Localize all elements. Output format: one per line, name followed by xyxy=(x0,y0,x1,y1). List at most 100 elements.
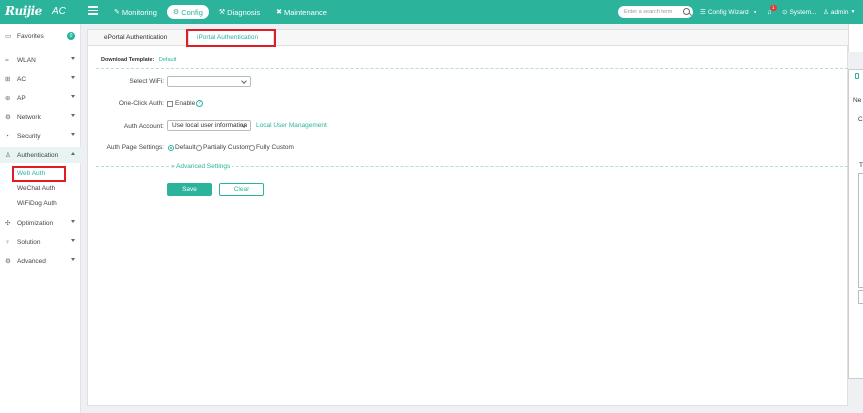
panel-box-fragment xyxy=(858,290,863,304)
auth-page-settings-label: Auth Page Settings: xyxy=(106,144,164,151)
nav-monitoring[interactable]: ✎ Monitoring xyxy=(108,5,163,19)
one-click-enable-label: Enable xyxy=(175,100,196,107)
bell-icon: ♫ 1 xyxy=(767,4,777,16)
advanced-settings-toggle[interactable]: » Advanced Settings xyxy=(169,163,233,170)
one-click-enable-checkbox[interactable] xyxy=(167,101,173,107)
maintenance-icon: ✖ xyxy=(276,9,282,16)
divider xyxy=(96,68,848,69)
download-template-label: Download Template: xyxy=(101,57,155,63)
panel-text-2: C xyxy=(858,116,863,123)
sidebar-favorites-label: Favorites xyxy=(17,32,44,40)
radio-partially-custom-label: Partially Custom xyxy=(203,144,251,151)
lightbulb-icon: ♀ xyxy=(5,238,10,246)
sidebar-item-label: Solution xyxy=(17,238,41,246)
sidebar: ▭ Favorites 0 ≈ WLAN ⊞ AC ⊛ AP ⚙ Network… xyxy=(0,24,81,413)
local-user-management-link[interactable]: Local User Management xyxy=(256,122,327,129)
panel-icon xyxy=(855,73,859,79)
save-button[interactable]: Save xyxy=(167,183,212,196)
search-placeholder: Enter a search term xyxy=(624,9,673,15)
chat-icon[interactable]: ▪ xyxy=(754,0,756,24)
clear-button[interactable]: Clear xyxy=(219,183,264,196)
auth-account-value: Use local user information xyxy=(172,122,248,129)
caret-down-icon xyxy=(71,76,75,79)
iportal-tab-highlight-box xyxy=(186,29,276,47)
sidebar-item-favorites[interactable]: ▭ Favorites 0 xyxy=(0,28,81,44)
sidebar-item-optimization[interactable]: ✣ Optimization xyxy=(0,215,81,231)
help-icon[interactable]: ? xyxy=(196,100,203,107)
sidebar-item-label: AC xyxy=(17,75,27,83)
caret-up-icon xyxy=(71,152,75,155)
favorites-count-badge: 0 xyxy=(67,32,75,40)
search-input[interactable]: Enter a search term xyxy=(618,6,693,18)
sidebar-item-label: Advanced xyxy=(17,257,46,265)
caret-down-icon xyxy=(71,239,75,242)
config-wizard-label: Config Wizard xyxy=(707,8,749,16)
notification-bell[interactable]: ♫ 1 xyxy=(767,0,777,24)
system-label: System... xyxy=(789,8,817,16)
sidebar-item-label: Security xyxy=(17,132,41,140)
select-wifi-label: Select WiFi: xyxy=(129,78,164,85)
top-bar: Ruijie AC ✎ Monitoring ⚙ Config ⚒ Diagno… xyxy=(0,0,863,24)
nav-maintenance[interactable]: ✖ Maintenance xyxy=(270,5,333,19)
download-default-link[interactable]: Default xyxy=(159,57,176,63)
sidebar-item-solution[interactable]: ♀ Solution xyxy=(0,234,81,250)
wifi-icon: ≈ xyxy=(5,56,9,64)
search-icon[interactable] xyxy=(683,8,690,15)
caret-down-icon xyxy=(71,114,75,117)
ap-icon: ⊛ xyxy=(5,95,11,102)
radio-fully-custom[interactable] xyxy=(249,145,255,151)
sidebar-item-ac[interactable]: ⊞ AC xyxy=(0,71,81,87)
caret-down-icon xyxy=(71,220,75,223)
nav-monitoring-label: Monitoring xyxy=(121,7,157,17)
one-click-auth-label: One-Click Auth: xyxy=(118,100,164,107)
radio-default-label: Default xyxy=(175,144,196,151)
tab-eportal[interactable]: ePortal Authentication xyxy=(96,30,175,46)
wizard-icon: ☰ xyxy=(700,9,706,16)
system-icon: ⊙ xyxy=(782,9,788,16)
caret-down-icon xyxy=(71,258,75,261)
advanced-settings-label: Advanced Settings xyxy=(176,163,231,170)
chevron-down-icon xyxy=(241,78,247,84)
sidebar-item-security[interactable]: ◔ Security xyxy=(0,128,81,144)
web-auth-highlight-box xyxy=(12,166,66,182)
caret-down-icon xyxy=(71,57,75,60)
config-wizard-link[interactable]: ☰ Config Wizard xyxy=(700,0,749,24)
nav-maintenance-label: Maintenance xyxy=(283,7,327,17)
ac-icon: ⊞ xyxy=(5,76,11,83)
system-menu[interactable]: ⊙ System... xyxy=(782,0,817,24)
network-icon: ⚙ xyxy=(5,114,11,121)
nav-diagnosis[interactable]: ⚒ Diagnosis xyxy=(213,5,266,19)
radio-partially-custom[interactable] xyxy=(196,145,202,151)
sidebar-item-label: Authentication xyxy=(17,151,59,159)
monitor-icon: ✎ xyxy=(114,9,120,16)
sidebar-subitem-wechat-auth[interactable]: WeChat Auth xyxy=(17,182,55,196)
sidebar-item-authentication[interactable]: ♙ Authentication xyxy=(0,147,81,163)
caret-down-icon xyxy=(71,133,75,136)
nav-config[interactable]: ⚙ Config xyxy=(166,5,209,19)
caret-down-icon xyxy=(71,95,75,98)
sidebar-item-label: WLAN xyxy=(17,56,36,64)
chevron-down-icon: ▼ xyxy=(850,9,856,15)
radio-fully-custom-label: Fully Custom xyxy=(256,144,294,151)
user-menu[interactable]: ♙ admin ▼ xyxy=(823,0,856,24)
nav-diagnosis-label: Diagnosis xyxy=(227,7,261,17)
auth-account-dropdown[interactable]: Use local user information xyxy=(167,120,251,131)
panel-text-3: T xyxy=(859,162,863,169)
select-wifi-dropdown[interactable] xyxy=(167,76,251,87)
advanced-icon: ⚙ xyxy=(5,258,11,265)
panel-text-1: Ne xyxy=(853,97,862,104)
sidebar-item-wlan[interactable]: ≈ WLAN xyxy=(0,52,81,68)
sidebar-subitem-wifidog-auth[interactable]: WiFiDog Auth xyxy=(17,197,57,211)
edge-strip xyxy=(848,24,863,52)
sidebar-item-advanced[interactable]: ⚙ Advanced xyxy=(0,253,81,269)
hamburger-menu-icon[interactable] xyxy=(88,6,98,16)
radio-default[interactable] xyxy=(168,145,174,151)
sidebar-item-label: AP xyxy=(17,94,26,102)
main-panel: ePortal Authentication iPortal Authentic… xyxy=(87,29,849,406)
sidebar-item-ap[interactable]: ⊛ AP xyxy=(0,90,81,106)
user-label: admin xyxy=(830,8,849,16)
sidebar-item-label: Network xyxy=(17,113,41,121)
shield-icon: ◔ xyxy=(5,132,9,140)
user-auth-icon: ♙ xyxy=(5,152,11,159)
sidebar-item-network[interactable]: ⚙ Network xyxy=(0,109,81,125)
